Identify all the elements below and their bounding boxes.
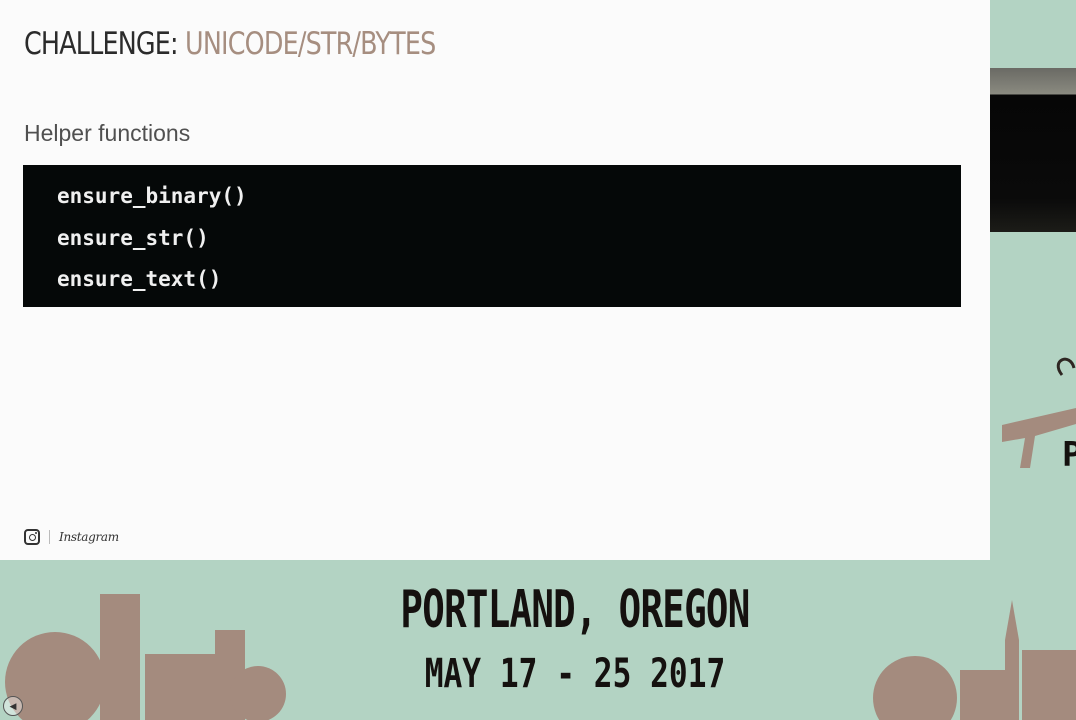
event-dates: MAY 17 - 25 2017 xyxy=(424,651,726,697)
event-location: PORTLAND, OREGON xyxy=(400,580,750,640)
code-line: ensure_str() xyxy=(57,225,209,250)
instagram-icon xyxy=(24,529,40,545)
logo-snake-outline xyxy=(1056,357,1076,376)
slide-title-prefix: CHALLENGE: xyxy=(24,26,179,62)
skyline-building xyxy=(1022,650,1076,720)
speaker-video-thumbnail xyxy=(990,68,1076,232)
code-line: ensure_text() xyxy=(57,267,222,291)
divider xyxy=(49,530,50,544)
brand-footer: Instagram xyxy=(24,529,119,545)
code-block: ensure_binary() ensure_str() ensure_text… xyxy=(23,165,961,307)
slide-subtitle: Helper functions xyxy=(24,120,191,146)
brand-name: Instagram xyxy=(59,530,119,544)
slide-title: CHALLENGE: UNICODE/STR/BYTES xyxy=(24,26,436,62)
logo-letter: P xyxy=(1062,435,1076,475)
code-line: ensure_binary() xyxy=(57,184,247,208)
previous-slide-icon[interactable]: ◀ xyxy=(3,696,23,716)
presentation-slide: CHALLENGE: UNICODE/STR/BYTES Helper func… xyxy=(0,0,990,560)
pycon-logo-partial: P xyxy=(1002,357,1076,475)
slide-title-accent: UNICODE/STR/BYTES xyxy=(185,26,436,62)
skyline-spire xyxy=(1005,600,1019,640)
